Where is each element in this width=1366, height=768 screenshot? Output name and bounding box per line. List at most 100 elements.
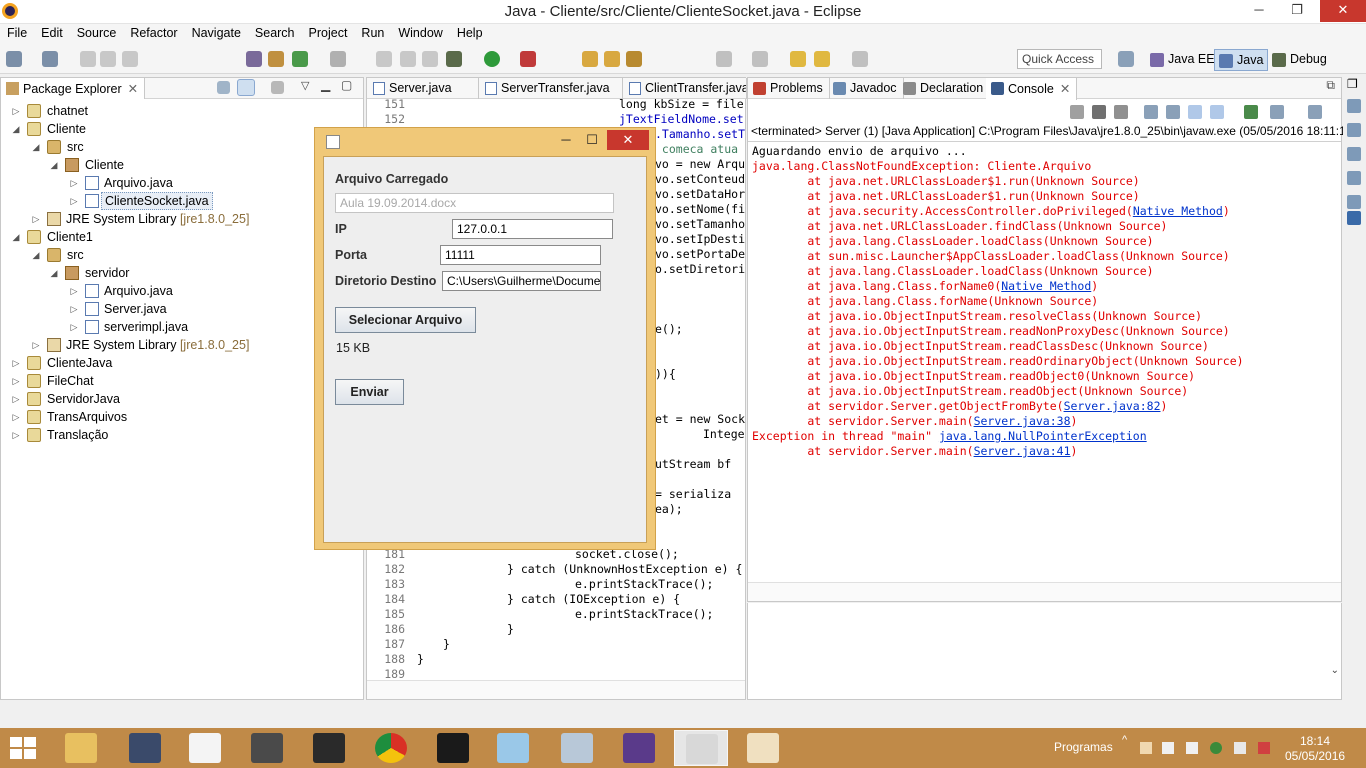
chevron-down-icon[interactable]: ▽ — [301, 79, 309, 92]
tab-package-explorer[interactable]: Package Explorer ✕ — [1, 78, 146, 99]
stacktrace-link[interactable]: java.lang.NullPointerException — [939, 429, 1147, 443]
new-wizard-icon[interactable] — [42, 51, 58, 67]
mark-icon[interactable] — [400, 51, 416, 67]
taskbar-app[interactable] — [302, 730, 356, 766]
stacktrace-link[interactable]: Server.java:38 — [974, 414, 1071, 428]
taskbar-app[interactable] — [178, 730, 232, 766]
scroll-lock-icon[interactable] — [1166, 105, 1180, 119]
new-icon[interactable] — [6, 51, 22, 67]
tab-clienttransfer-java[interactable]: ClientTransfer.java — [623, 78, 747, 99]
format-icon[interactable] — [376, 51, 392, 67]
show-console-icon[interactable] — [1210, 105, 1224, 119]
tab-problems[interactable]: Problems — [748, 78, 830, 99]
selecionar-arquivo-button[interactable]: Selecionar Arquivo — [335, 307, 476, 333]
console-horizontal-scrollbar[interactable] — [748, 582, 1341, 601]
view-menu-icon[interactable] — [271, 81, 284, 94]
taskbar-app[interactable] — [364, 730, 418, 766]
menu-file[interactable]: File — [0, 24, 34, 42]
volume-icon[interactable] — [1162, 742, 1174, 754]
menu-window[interactable]: Window — [391, 24, 449, 42]
run-icon[interactable] — [484, 51, 500, 67]
taskbar-app[interactable] — [118, 730, 172, 766]
taskbar-app[interactable] — [426, 730, 480, 766]
open-perspective-icon[interactable] — [1118, 51, 1134, 67]
tab-server-java[interactable]: Server.java — [367, 78, 479, 99]
perspective-java-ee[interactable]: Java EE — [1146, 49, 1219, 71]
clear-console-icon[interactable] — [1144, 105, 1158, 119]
tab-javadoc[interactable]: Javadoc — [828, 78, 904, 99]
open-console-icon[interactable] — [1308, 105, 1322, 119]
menu-run[interactable]: Run — [354, 24, 391, 42]
start-button[interactable] — [8, 736, 38, 760]
maximize-view-icon[interactable]: ▢ — [341, 78, 352, 92]
porta-input[interactable]: 11111 — [440, 245, 601, 265]
close-button[interactable]: ✕ — [1320, 0, 1366, 22]
dialog-close-button[interactable]: ✕ — [607, 130, 649, 150]
horizontal-scrollbar[interactable] — [367, 680, 745, 699]
console-output[interactable]: Aguardando envio de arquivo ... java.lang… — [748, 142, 1328, 582]
chevron-down-icon[interactable]: ⌄ — [1331, 665, 1339, 676]
restore-button[interactable]: ❐ — [1282, 0, 1312, 22]
stacktrace-link[interactable]: Server.java:82 — [1064, 399, 1161, 413]
console-trim-icon[interactable] — [1347, 211, 1361, 225]
terminate-icon[interactable] — [1070, 105, 1084, 119]
external-tools-icon[interactable] — [520, 51, 536, 67]
taskbar-app[interactable] — [612, 730, 666, 766]
tab-console[interactable]: Console ✕ — [986, 78, 1078, 100]
quick-access-input[interactable]: Quick Access — [1017, 49, 1102, 69]
link-with-editor-icon[interactable] — [237, 79, 255, 96]
security-icon[interactable] — [1210, 742, 1222, 754]
debug-icon[interactable] — [446, 51, 462, 67]
perspective-java[interactable]: Java — [1214, 49, 1269, 71]
open-type-icon[interactable] — [582, 51, 598, 67]
word-wrap-icon[interactable] — [1188, 105, 1202, 119]
dialog-maximize-button[interactable]: ☐ — [579, 130, 605, 150]
collapse-all-icon[interactable] — [217, 81, 230, 94]
build-icon[interactable] — [268, 51, 284, 67]
prev-annotation-icon[interactable] — [752, 51, 768, 67]
taskbar-app[interactable] — [54, 730, 108, 766]
taskbar-app[interactable] — [240, 730, 294, 766]
taskbar-app[interactable] — [486, 730, 540, 766]
minimize-view-icon[interactable]: ▁ — [321, 78, 330, 92]
tool-icon[interactable] — [330, 51, 346, 67]
tab-declaration[interactable]: Declaration — [898, 78, 991, 99]
close-icon[interactable]: ✕ — [1060, 82, 1070, 96]
menu-refactor[interactable]: Refactor — [123, 24, 184, 42]
taskbar-app[interactable] — [550, 730, 604, 766]
back-icon[interactable] — [814, 51, 830, 67]
menu-help[interactable]: Help — [450, 24, 490, 42]
stacktrace-link[interactable]: Server.java:41 — [974, 444, 1071, 458]
signal-icon[interactable] — [1234, 742, 1246, 754]
menu-navigate[interactable]: Navigate — [185, 24, 248, 42]
pin-console-icon[interactable] — [1244, 105, 1258, 119]
taskbar-java-active[interactable] — [674, 730, 728, 766]
pen-icon[interactable] — [626, 51, 642, 67]
save-icon[interactable] — [80, 51, 96, 67]
declaration-trim-icon[interactable] — [1347, 195, 1361, 209]
network-icon[interactable] — [1186, 742, 1198, 754]
display-console-icon[interactable] — [1270, 105, 1284, 119]
taskbar-clock[interactable]: 18:14 05/05/2016 — [1285, 734, 1345, 764]
menu-search[interactable]: Search — [248, 24, 302, 42]
enviar-button[interactable]: Enviar — [335, 379, 404, 405]
next-annotation-icon[interactable] — [716, 51, 732, 67]
tab-servertransfer-java[interactable]: ServerTransfer.java — [479, 78, 623, 99]
save-all-icon[interactable] — [100, 51, 116, 67]
menu-source[interactable]: Source — [70, 24, 124, 42]
menu-edit[interactable]: Edit — [34, 24, 70, 42]
minimize-button[interactable]: ─ — [1244, 0, 1274, 22]
pilcrow-icon[interactable] — [422, 51, 438, 67]
remove-all-icon[interactable] — [1114, 105, 1128, 119]
toggle-breakpoint-icon[interactable] — [246, 51, 262, 67]
remove-launch-icon[interactable] — [1092, 105, 1106, 119]
last-edit-icon[interactable] — [790, 51, 806, 67]
diretorio-destino-input[interactable]: C:\Users\Guilherme\Documents — [442, 271, 601, 291]
taskbar-app[interactable] — [736, 730, 790, 766]
flag-icon[interactable] — [1258, 742, 1270, 754]
restore-view-icon[interactable]: ❐ — [1347, 77, 1358, 91]
ip-input[interactable]: 127.0.0.1 — [452, 219, 613, 239]
stacktrace-link[interactable]: Native Method — [1001, 279, 1091, 293]
print-icon[interactable] — [122, 51, 138, 67]
open-folder-icon[interactable] — [604, 51, 620, 67]
